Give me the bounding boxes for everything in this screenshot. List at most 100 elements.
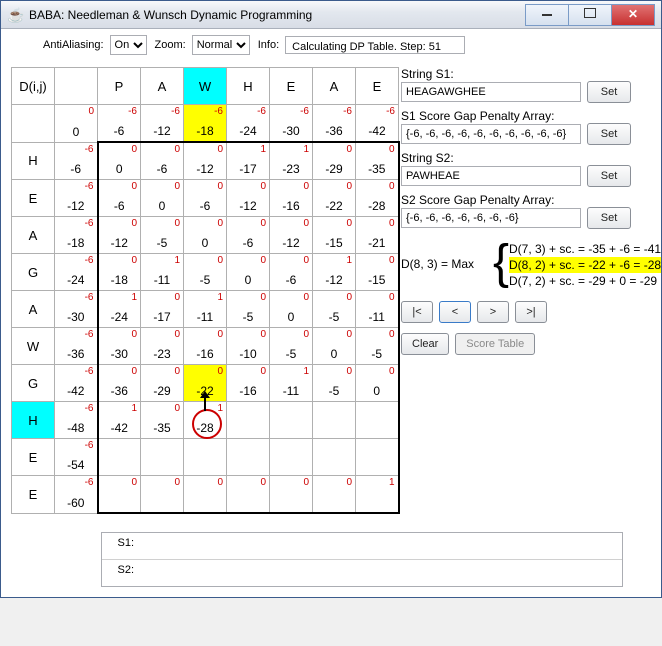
- dp-cell[interactable]: 1-11: [184, 291, 227, 328]
- dp-cell[interactable]: -6-30: [55, 291, 98, 328]
- dp-cell[interactable]: [141, 439, 184, 476]
- dp-cell[interactable]: -6-42: [55, 365, 98, 402]
- dp-cell[interactable]: 1-42: [98, 402, 141, 439]
- dp-cell[interactable]: 0-5: [227, 291, 270, 328]
- dp-cell[interactable]: -6-24: [55, 254, 98, 291]
- clear-button[interactable]: Clear: [401, 333, 449, 355]
- maximize-button[interactable]: [568, 4, 612, 26]
- dp-cell[interactable]: 1-24: [98, 291, 141, 328]
- dp-cell[interactable]: 0-6: [141, 142, 184, 180]
- dp-cell[interactable]: 00: [356, 365, 399, 402]
- dp-cell[interactable]: 00: [55, 105, 98, 143]
- dp-cell[interactable]: 00: [313, 328, 356, 365]
- dp-cell[interactable]: 0: [184, 476, 227, 514]
- dp-cell[interactable]: 0-18: [98, 254, 141, 291]
- dp-cell[interactable]: -6-12: [141, 105, 184, 143]
- dp-cell[interactable]: 0-30: [98, 328, 141, 365]
- zoom-select[interactable]: Normal: [192, 35, 250, 55]
- dp-cell[interactable]: 0-5: [141, 217, 184, 254]
- dp-cell[interactable]: 0: [227, 476, 270, 514]
- nav-last-button[interactable]: >|: [515, 301, 547, 323]
- minimize-button[interactable]: [525, 4, 569, 26]
- dp-cell[interactable]: 0-11: [356, 291, 399, 328]
- dp-cell[interactable]: [270, 439, 313, 476]
- dp-cell[interactable]: 0-15: [356, 254, 399, 291]
- dp-cell[interactable]: 0-22: [313, 180, 356, 217]
- nav-first-button[interactable]: |<: [401, 301, 433, 323]
- s1gap-set-button[interactable]: Set: [587, 123, 631, 145]
- dp-cell[interactable]: 0-21: [356, 217, 399, 254]
- dp-cell[interactable]: [313, 402, 356, 439]
- s1-set-button[interactable]: Set: [587, 81, 631, 103]
- dp-cell[interactable]: 0: [313, 476, 356, 514]
- dp-cell[interactable]: 0-16: [227, 365, 270, 402]
- nav-next-button[interactable]: >: [477, 301, 509, 323]
- dp-cell[interactable]: 0-12: [227, 180, 270, 217]
- dp-cell[interactable]: 0-12: [184, 142, 227, 180]
- dp-cell[interactable]: [227, 402, 270, 439]
- s2gap-input[interactable]: [401, 208, 581, 228]
- dp-cell[interactable]: 00: [141, 180, 184, 217]
- dp-cell[interactable]: 0-16: [184, 328, 227, 365]
- dp-cell[interactable]: 0-5: [356, 328, 399, 365]
- antialias-select[interactable]: On: [110, 35, 147, 55]
- dp-cell[interactable]: -6-6: [55, 142, 98, 180]
- dp-cell[interactable]: 0: [98, 476, 141, 514]
- dp-cell[interactable]: 0: [141, 476, 184, 514]
- dp-cell[interactable]: 0-28: [356, 180, 399, 217]
- dp-cell[interactable]: -6-42: [356, 105, 399, 143]
- dp-cell[interactable]: -6-54: [55, 439, 98, 476]
- dp-cell[interactable]: 0-6: [184, 180, 227, 217]
- dp-cell[interactable]: 1: [356, 476, 399, 514]
- dp-cell[interactable]: 0-6: [227, 217, 270, 254]
- dp-cell[interactable]: 0-6: [270, 254, 313, 291]
- nav-prev-button[interactable]: <: [439, 301, 471, 323]
- dp-cell[interactable]: -6-48: [55, 402, 98, 439]
- dp-cell[interactable]: [356, 402, 399, 439]
- dp-cell[interactable]: -6-60: [55, 476, 98, 514]
- dp-cell[interactable]: -6-24: [227, 105, 270, 143]
- dp-cell[interactable]: 1-12: [313, 254, 356, 291]
- dp-cell[interactable]: 1-17: [227, 142, 270, 180]
- dp-cell[interactable]: 0-36: [98, 365, 141, 402]
- dp-cell[interactable]: 1-23: [270, 142, 313, 180]
- dp-cell[interactable]: 1-11: [270, 365, 313, 402]
- dp-cell[interactable]: 1-11: [141, 254, 184, 291]
- s2-input[interactable]: [401, 166, 581, 186]
- dp-cell[interactable]: 0-29: [141, 365, 184, 402]
- s1gap-input[interactable]: [401, 124, 581, 144]
- dp-cell[interactable]: 0-5: [184, 254, 227, 291]
- dp-cell[interactable]: 0: [270, 476, 313, 514]
- dp-cell[interactable]: 0-5: [313, 365, 356, 402]
- dp-cell[interactable]: -6-12: [55, 180, 98, 217]
- dp-cell[interactable]: 0-12: [98, 217, 141, 254]
- dp-cell[interactable]: 0-6: [98, 180, 141, 217]
- dp-cell[interactable]: 00: [270, 291, 313, 328]
- dp-cell[interactable]: 0-35: [356, 142, 399, 180]
- dp-cell[interactable]: -6-30: [270, 105, 313, 143]
- dp-cell[interactable]: 0-29: [313, 142, 356, 180]
- close-button[interactable]: [611, 4, 655, 26]
- s1-input[interactable]: [401, 82, 581, 102]
- dp-cell[interactable]: [270, 402, 313, 439]
- dp-cell[interactable]: 0-5: [270, 328, 313, 365]
- dp-cell[interactable]: [184, 439, 227, 476]
- dp-cell[interactable]: 0-17: [141, 291, 184, 328]
- s2-set-button[interactable]: Set: [587, 165, 631, 187]
- dp-cell[interactable]: 00: [227, 254, 270, 291]
- dp-cell[interactable]: [356, 439, 399, 476]
- dp-cell[interactable]: 0-12: [270, 217, 313, 254]
- dp-cell[interactable]: 0-15: [313, 217, 356, 254]
- dp-cell[interactable]: -6-36: [313, 105, 356, 143]
- dp-cell[interactable]: 0-16: [270, 180, 313, 217]
- dp-cell[interactable]: 00: [98, 142, 141, 180]
- dp-cell[interactable]: 0-5: [313, 291, 356, 328]
- dp-cell[interactable]: [98, 439, 141, 476]
- dp-cell[interactable]: 00: [184, 217, 227, 254]
- dp-cell[interactable]: 0-10: [227, 328, 270, 365]
- dp-cell[interactable]: -6-36: [55, 328, 98, 365]
- dp-cell[interactable]: -6-6: [98, 105, 141, 143]
- dp-cell[interactable]: -6-18: [55, 217, 98, 254]
- dp-cell[interactable]: -6-18: [184, 105, 227, 143]
- dp-cell[interactable]: 0-23: [141, 328, 184, 365]
